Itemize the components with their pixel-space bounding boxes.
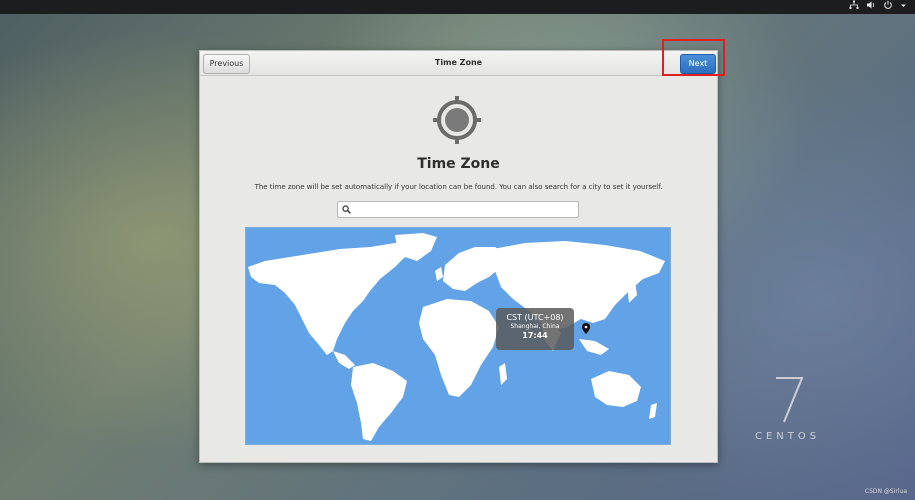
- search-icon: [342, 205, 351, 214]
- world-map[interactable]: [245, 227, 671, 445]
- page-heading: Time Zone: [417, 156, 500, 172]
- watermark-text: CSDN @Sirlua: [864, 488, 907, 495]
- system-tray: [849, 0, 907, 14]
- location-target-icon: [433, 96, 481, 144]
- centos-version-logo: [776, 377, 804, 423]
- search-box[interactable]: [337, 201, 579, 218]
- chevron-down-icon[interactable]: [900, 0, 907, 14]
- tooltip-zone: CST (UTC+08): [506, 313, 564, 322]
- header-bar: Time Zone Previous Next: [200, 51, 717, 76]
- volume-icon[interactable]: [866, 0, 876, 15]
- tooltip-city: Shanghai, China: [510, 323, 560, 330]
- network-icon[interactable]: [849, 0, 859, 15]
- search-input[interactable]: [354, 203, 578, 218]
- timezone-tooltip: CST (UTC+08) Shanghai, China 17:44: [496, 308, 574, 350]
- previous-button[interactable]: Previous: [203, 54, 250, 74]
- centos-wordmark: CENTOS: [755, 431, 821, 442]
- top-bar: [0, 0, 915, 14]
- timezone-dialog: Time Zone Previous Next Time Zone The ti…: [199, 50, 718, 463]
- window-title: Time Zone: [434, 58, 483, 67]
- next-highlight-box: [662, 39, 725, 76]
- tooltip-time: 17:44: [522, 331, 548, 340]
- power-icon[interactable]: [883, 0, 893, 15]
- description-text: The time zone will be set automatically …: [254, 183, 663, 191]
